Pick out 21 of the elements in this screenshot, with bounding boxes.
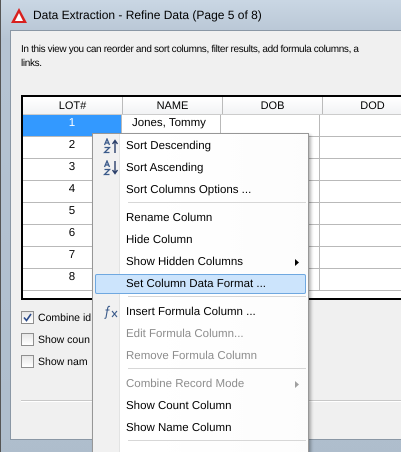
checkbox[interactable]	[21, 333, 34, 346]
app-logo-icon	[11, 8, 27, 22]
column-header[interactable]: NAME	[123, 97, 223, 114]
menu-item[interactable]: Show Count Column	[95, 396, 306, 416]
table-cell: 1	[23, 115, 122, 136]
checkbox[interactable]	[21, 311, 34, 324]
checkbox-label: Combine id	[38, 312, 92, 324]
checkbox[interactable]	[21, 355, 34, 368]
checkbox-label: Show nam	[38, 356, 88, 368]
menu-item[interactable]: Insert Formula Column ...	[95, 302, 306, 322]
menu-item[interactable]: Set Column Data Format ...	[95, 274, 306, 294]
menu-item[interactable]: Show Name Column	[95, 418, 306, 438]
checkbox-label: Show coun	[38, 334, 90, 346]
description-text: In this view you can reorder and sort columns, filter results, add formula columns, a	[21, 43, 359, 57]
window-title: Data Extraction - Refine Data (Page 5 of 8)	[33, 8, 262, 22]
column-header[interactable]: DOB	[223, 97, 323, 114]
sort-ascending-icon	[103, 160, 119, 176]
formula-icon	[103, 305, 119, 319]
column-header[interactable]: LOT#	[23, 97, 123, 114]
description-text: links.	[21, 57, 42, 71]
sort-descending-icon	[103, 138, 119, 154]
